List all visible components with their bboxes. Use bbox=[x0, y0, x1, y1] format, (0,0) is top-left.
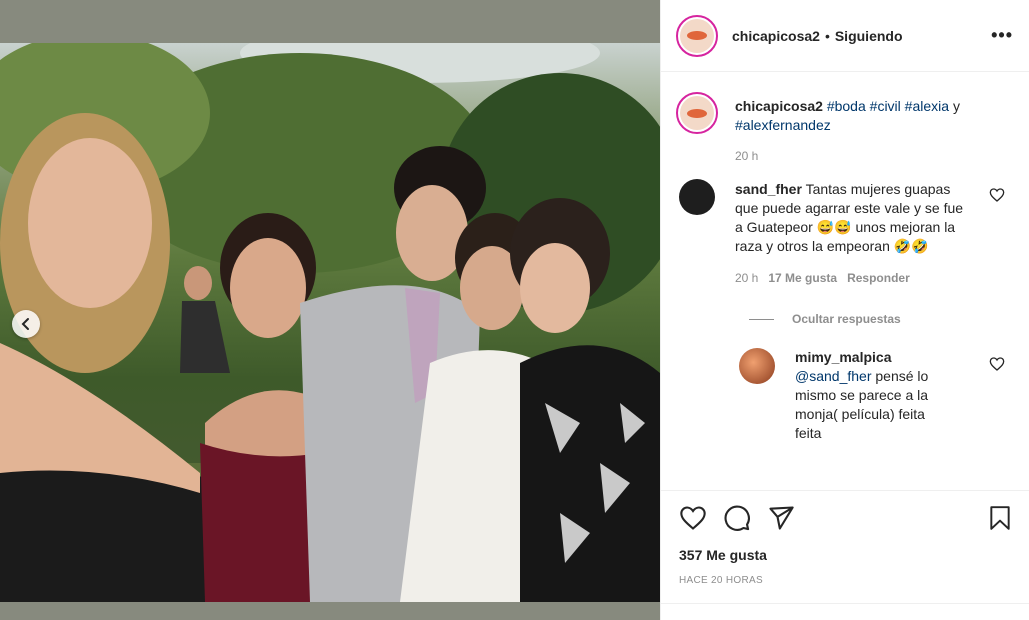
more-options-icon[interactable]: ••• bbox=[991, 25, 1013, 46]
caption-username[interactable]: chicapicosa2 bbox=[735, 98, 823, 114]
reply-username[interactable]: mimy_malpica bbox=[795, 349, 892, 365]
post-sidebar: chicapicosa2 • Siguiendo ••• chicapicosa… bbox=[660, 0, 1029, 620]
commenter-avatar[interactable] bbox=[679, 179, 715, 215]
author-avatar[interactable] bbox=[676, 14, 718, 57]
post-media bbox=[0, 0, 660, 620]
post-photo bbox=[0, 43, 660, 602]
replier-avatar[interactable] bbox=[739, 348, 775, 384]
bookmark-icon[interactable] bbox=[987, 504, 1013, 532]
comments-section: chicapicosa2 #boda #civil #alexia y #ale… bbox=[661, 72, 1029, 490]
hashtag-link[interactable]: #civil bbox=[870, 98, 901, 114]
post-actions: 357 Me gusta HACE 20 HORAS bbox=[661, 490, 1029, 586]
likes-count[interactable]: 357 Me gusta bbox=[679, 547, 1013, 563]
comment-likes[interactable]: 17 Me gusta bbox=[768, 269, 837, 288]
reply-button[interactable]: Responder bbox=[847, 269, 910, 288]
comment-item: sand_fher Tantas mujeres guapas que pued… bbox=[676, 179, 1013, 288]
hide-replies-label: Ocultar respuestas bbox=[792, 312, 901, 326]
caption-time[interactable]: 20 h bbox=[735, 147, 758, 166]
divider-line bbox=[749, 318, 774, 320]
chevron-left-icon bbox=[21, 318, 29, 330]
comment-username[interactable]: sand_fher bbox=[735, 181, 802, 197]
hide-replies-button[interactable]: Ocultar respuestas bbox=[749, 312, 1013, 326]
like-heart-icon[interactable] bbox=[679, 504, 707, 532]
hashtag-link[interactable]: #alexia bbox=[905, 98, 949, 114]
add-comment-bar[interactable] bbox=[661, 603, 1029, 620]
caption-avatar[interactable] bbox=[676, 92, 718, 134]
caption: chicapicosa2 #boda #civil #alexia y #ale… bbox=[676, 92, 1013, 166]
following-button[interactable]: Siguiendo bbox=[835, 28, 903, 44]
share-icon[interactable] bbox=[767, 504, 795, 532]
post-timestamp[interactable]: HACE 20 HORAS bbox=[679, 575, 1013, 586]
hashtag-link[interactable]: #alexfernandez bbox=[735, 117, 831, 133]
hashtag-link[interactable]: #boda bbox=[827, 98, 866, 114]
author-username[interactable]: chicapicosa2 bbox=[732, 28, 820, 44]
post-header: chicapicosa2 • Siguiendo ••• bbox=[661, 0, 1029, 72]
mention-link[interactable]: @sand_fher bbox=[795, 368, 871, 384]
heart-icon[interactable] bbox=[989, 356, 1005, 372]
heart-icon[interactable] bbox=[989, 187, 1005, 203]
comment-icon[interactable] bbox=[723, 504, 751, 532]
comment-time[interactable]: 20 h bbox=[735, 269, 758, 288]
previous-photo-button[interactable] bbox=[12, 310, 40, 338]
group-photo-illustration bbox=[0, 43, 660, 602]
caption-text: y bbox=[952, 98, 960, 114]
header-separator: • bbox=[824, 27, 830, 44]
reply-item: mimy_malpica @sand_fher pensé lo mismo s… bbox=[739, 348, 1013, 443]
